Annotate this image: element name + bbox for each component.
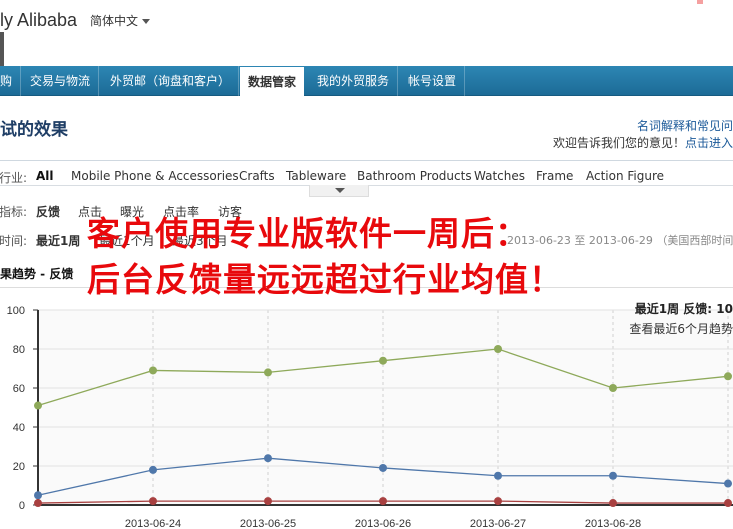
trend-title: 果趋势 - 反馈 xyxy=(0,267,74,281)
series-point-2 xyxy=(34,499,42,508)
series-point-2 xyxy=(724,499,732,508)
chevron-down-icon xyxy=(335,188,345,193)
week-feedback-summary: 最近1周 反馈: 10 xyxy=(634,302,733,316)
page-title: 试的效果 xyxy=(0,120,68,140)
x-tick-label: 2013-06-28 xyxy=(585,518,641,529)
y-tick-label: 100 xyxy=(7,305,25,317)
series-point-1 xyxy=(379,463,387,472)
x-tick-label: 2013-06-26 xyxy=(355,518,411,529)
nav-item-inquiries[interactable]: 外贸邮（询盘和客户） xyxy=(102,66,240,96)
language-selector[interactable]: 简体中文 xyxy=(90,12,151,29)
plot-area xyxy=(38,310,733,505)
series-point-2 xyxy=(379,497,387,506)
main-nav: 购 交易与物流 外贸邮（询盘和客户） 数据管家 我的外贸服务 帐号设置 xyxy=(0,66,733,96)
series-point-1 xyxy=(149,465,157,474)
series-point-0 xyxy=(494,345,502,353)
category-bathroom[interactable]: Bathroom Products xyxy=(357,169,472,183)
time-label: 时间: xyxy=(0,234,28,248)
series-point-1 xyxy=(494,471,502,480)
category-mobile-phone[interactable]: Mobile Phone & Accessories xyxy=(71,169,239,183)
series-point-2 xyxy=(149,497,157,506)
nav-item-account-settings[interactable]: 帐号设置 xyxy=(400,66,466,96)
series-point-0 xyxy=(264,368,272,377)
period-1-week[interactable]: 最近1周 xyxy=(36,232,80,249)
nav-item-data-manager[interactable]: 数据管家 xyxy=(240,67,305,96)
feedback-text: 欢迎告诉我们您的意见！ xyxy=(552,136,685,150)
series-point-0 xyxy=(34,401,42,410)
series-point-2 xyxy=(264,497,272,506)
category-watches[interactable]: Watches xyxy=(474,169,525,183)
promo-overlay-line1: 客户使用专业版软件一周后： xyxy=(87,214,529,253)
y-tick-label: 60 xyxy=(13,383,25,395)
series-point-1 xyxy=(724,479,732,488)
series-point-2 xyxy=(494,497,502,506)
promo-overlay-line2: 后台反馈量远远超过行业均值！ xyxy=(87,260,563,299)
line-chart: 0 20 40 60 80 100 2013-06-24 2013-06-25 2013-06-… xyxy=(7,305,733,529)
y-tick-label: 80 xyxy=(13,344,25,356)
category-all[interactable]: All xyxy=(36,169,54,183)
x-tick-label: 2013-06-24 xyxy=(125,518,181,529)
trend-chart: 0 20 40 60 80 100 2013-06-24 2013-06-25 2013-06-… xyxy=(0,295,733,529)
category-tableware[interactable]: Tableware xyxy=(286,169,346,183)
glossary-link[interactable]: 名词解释和常见问 xyxy=(637,117,733,134)
side-scroll-strip xyxy=(0,32,4,66)
site-logo[interactable]: ly Alibaba xyxy=(0,10,77,31)
series-point-1 xyxy=(264,454,272,463)
metric-feedback[interactable]: 反馈 xyxy=(36,203,60,220)
x-tick-label: 2013-06-27 xyxy=(470,518,526,529)
category-action-figure[interactable]: Action Figure xyxy=(586,169,664,183)
y-tick-label: 0 xyxy=(19,500,25,512)
series-point-0 xyxy=(724,372,732,381)
series-point-0 xyxy=(149,366,157,375)
series-point-2 xyxy=(609,499,617,508)
notification-icon[interactable] xyxy=(697,0,703,4)
nav-item-purchase[interactable]: 购 xyxy=(0,66,22,96)
industry-label: 行业: xyxy=(0,171,28,185)
series-point-1 xyxy=(34,491,42,500)
six-month-trend-link[interactable]: 查看最近6个月趋势 xyxy=(629,320,733,337)
y-tick-label: 40 xyxy=(13,422,25,434)
metric-label: 指标: xyxy=(0,205,28,219)
x-tick-label: 2013-06-25 xyxy=(240,518,296,529)
chevron-down-icon xyxy=(142,19,151,24)
category-crafts[interactable]: Crafts xyxy=(239,169,275,183)
expand-categories-button[interactable] xyxy=(309,185,369,197)
nav-item-trade-services[interactable]: 我的外贸服务 xyxy=(309,66,399,96)
series-point-1 xyxy=(609,471,617,480)
feedback-link[interactable]: 点击进入 xyxy=(685,136,733,150)
language-label: 简体中文 xyxy=(90,14,139,28)
series-point-0 xyxy=(609,384,617,392)
date-range: 2013-06-23 至 2013-06-29 （美国西部时间 xyxy=(507,234,733,247)
top-header: ly Alibaba 简体中文 xyxy=(0,0,733,66)
nav-item-trade-logistics[interactable]: 交易与物流 xyxy=(22,66,100,96)
category-frame[interactable]: Frame xyxy=(536,169,573,183)
feedback-prompt: 欢迎告诉我们您的意见！点击进入 xyxy=(553,134,733,151)
y-tick-label: 20 xyxy=(13,461,25,473)
series-point-0 xyxy=(379,356,387,365)
